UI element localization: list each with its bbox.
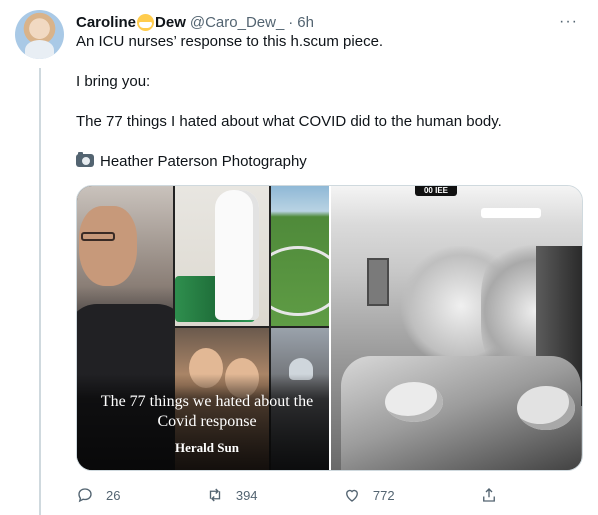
tweet-timestamp[interactable]: 6h [297,14,314,31]
avatar[interactable] [15,10,64,59]
wall-clock-sign: 00 IEE [415,186,457,196]
tweet-line-1: An ICU nurses’ response to this h.scum p… [76,33,384,50]
tweet-actions: 26 394 772 [76,484,506,506]
photo-credit: Heather Paterson Photography [100,153,307,170]
collage-brand: Herald Sun [175,440,239,455]
icu-photo[interactable]: 00 IEE [331,186,582,470]
reply-button[interactable]: 26 [76,486,120,504]
camera-icon [76,152,94,167]
tweet-line-2: I bring you: [76,73,151,90]
author-name-part2: Dew [155,13,186,31]
retweet-count: 394 [235,487,258,503]
tweet-header: Caroline Dew @Caro_Dew_ · 6h ··· [76,12,584,32]
tweet-line-3: The 77 things I hated about what COVID d… [76,113,502,130]
tweet-content: Caroline Dew @Caro_Dew_ · 6h ··· An ICU … [76,12,584,172]
reply-icon [78,488,92,503]
share-button[interactable] [480,486,510,504]
park-photo [271,186,329,326]
author-name-part1: Caroline [76,13,137,31]
reply-count: 26 [106,487,121,503]
like-count: 772 [372,487,395,503]
like-icon [345,489,358,502]
share-icon [483,488,495,502]
tweet-line-4: Heather Paterson Photography [76,152,584,172]
separator-dot: · [288,13,294,31]
retweet-icon [209,488,221,502]
tweet-media: The 77 things we hated about the Covid r… [76,185,583,471]
thread-line [39,68,41,515]
news-collage-image[interactable]: The 77 things we hated about the Covid r… [77,186,329,470]
more-icon[interactable]: ··· [559,12,578,32]
ppe-worker-photo [175,186,269,326]
author-handle[interactable]: @Caro_Dew_ [190,14,284,31]
mask-emoji-icon [137,13,155,31]
tweet-text: An ICU nurses’ response to this h.scum p… [76,32,584,172]
collage-headline: The 77 things we hated about the Covid r… [100,393,314,430]
retweet-button[interactable]: 394 [206,486,258,504]
like-button[interactable]: 772 [343,486,395,504]
author-name[interactable]: Caroline Dew [76,13,186,31]
